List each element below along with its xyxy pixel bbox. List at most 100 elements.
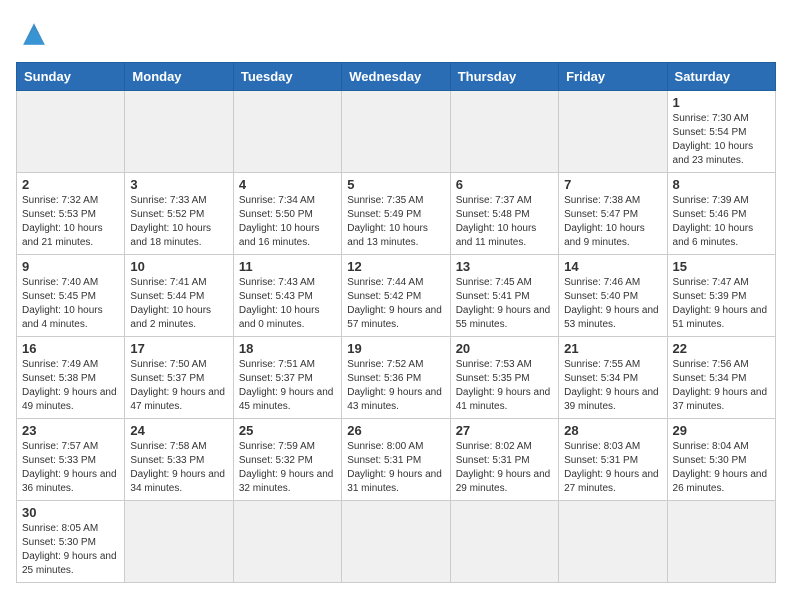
weekday-header-wednesday: Wednesday: [342, 63, 450, 91]
calendar-cell: 8 Sunrise: 7:39 AM Sunset: 5:46 PM Daylig…: [667, 173, 775, 255]
calendar-cell: [342, 91, 450, 173]
day-info: Sunrise: 7:59 AM Sunset: 5:32 PM Dayligh…: [239, 440, 336, 496]
calendar-cell: 28 Sunrise: 8:03 AM Sunset: 5:31 PM Dayli…: [559, 419, 667, 501]
day-number: 11: [239, 259, 336, 274]
day-info: Sunrise: 7:39 AM Sunset: 5:46 PM Dayligh…: [673, 194, 770, 250]
weekday-header-tuesday: Tuesday: [233, 63, 341, 91]
calendar-cell: 9Sunrise: 7:40 AM Sunset: 5:45 PM Daylig…: [17, 255, 125, 337]
day-number: 17: [130, 341, 227, 356]
day-info: Sunrise: 7:40 AM Sunset: 5:45 PM Dayligh…: [22, 276, 119, 332]
calendar-cell: 19Sunrise: 7:52 AM Sunset: 5:36 PM Dayli…: [342, 337, 450, 419]
day-number: 6: [456, 177, 553, 192]
day-number: 23: [22, 423, 119, 438]
calendar-cell: 22 Sunrise: 7:56 AM Sunset: 5:34 PM Dayli…: [667, 337, 775, 419]
day-number: 1: [673, 95, 770, 110]
calendar-cell: 20 Sunrise: 7:53 AM Sunset: 5:35 PM Dayli…: [450, 337, 558, 419]
calendar-cell: 12 Sunrise: 7:44 AM Sunset: 5:42 PM Dayli…: [342, 255, 450, 337]
calendar-cell: 29Sunrise: 8:04 AM Sunset: 5:30 PM Dayli…: [667, 419, 775, 501]
day-info: Sunrise: 7:58 AM Sunset: 5:33 PM Dayligh…: [130, 440, 227, 496]
calendar-cell: [559, 91, 667, 173]
day-info: Sunrise: 7:38 AM Sunset: 5:47 PM Dayligh…: [564, 194, 661, 250]
day-number: 13: [456, 259, 553, 274]
day-info: Sunrise: 7:56 AM Sunset: 5:34 PM Dayligh…: [673, 358, 770, 414]
calendar-cell: 21 Sunrise: 7:55 AM Sunset: 5:34 PM Dayli…: [559, 337, 667, 419]
day-info: Sunrise: 7:53 AM Sunset: 5:35 PM Dayligh…: [456, 358, 553, 414]
day-info: Sunrise: 8:00 AM Sunset: 5:31 PM Dayligh…: [347, 440, 444, 496]
calendar-cell: 15 Sunrise: 7:47 AM Sunset: 5:39 PM Dayli…: [667, 255, 775, 337]
day-info: Sunrise: 8:04 AM Sunset: 5:30 PM Dayligh…: [673, 440, 770, 496]
calendar-cell: [233, 501, 341, 583]
calendar-week-0: 1Sunrise: 7:30 AM Sunset: 5:54 PM Daylig…: [17, 91, 776, 173]
weekday-header-sunday: Sunday: [17, 63, 125, 91]
calendar-cell: 27 Sunrise: 8:02 AM Sunset: 5:31 PM Dayli…: [450, 419, 558, 501]
day-number: 15: [673, 259, 770, 274]
calendar-cell: 25 Sunrise: 7:59 AM Sunset: 5:32 PM Dayli…: [233, 419, 341, 501]
day-info: Sunrise: 7:43 AM Sunset: 5:43 PM Dayligh…: [239, 276, 336, 332]
calendar-cell: 10 Sunrise: 7:41 AM Sunset: 5:44 PM Dayli…: [125, 255, 233, 337]
day-info: Sunrise: 7:35 AM Sunset: 5:49 PM Dayligh…: [347, 194, 444, 250]
logo-icon: [16, 16, 52, 52]
calendar-body: 1Sunrise: 7:30 AM Sunset: 5:54 PM Daylig…: [17, 91, 776, 583]
calendar-cell: 16Sunrise: 7:49 AM Sunset: 5:38 PM Dayli…: [17, 337, 125, 419]
day-info: Sunrise: 7:33 AM Sunset: 5:52 PM Dayligh…: [130, 194, 227, 250]
calendar-cell: 30 Sunrise: 8:05 AM Sunset: 5:30 PM Dayli…: [17, 501, 125, 583]
calendar-cell: [233, 91, 341, 173]
calendar-cell: 4 Sunrise: 7:34 AM Sunset: 5:50 PM Daylig…: [233, 173, 341, 255]
day-info: Sunrise: 7:34 AM Sunset: 5:50 PM Dayligh…: [239, 194, 336, 250]
day-number: 25: [239, 423, 336, 438]
day-info: Sunrise: 8:05 AM Sunset: 5:30 PM Dayligh…: [22, 522, 119, 578]
day-number: 7: [564, 177, 661, 192]
weekday-header-monday: Monday: [125, 63, 233, 91]
day-info: Sunrise: 7:32 AM Sunset: 5:53 PM Dayligh…: [22, 194, 119, 250]
weekday-row: SundayMondayTuesdayWednesdayThursdayFrid…: [17, 63, 776, 91]
calendar-cell: [667, 501, 775, 583]
day-number: 3: [130, 177, 227, 192]
weekday-header-thursday: Thursday: [450, 63, 558, 91]
calendar-cell: [450, 91, 558, 173]
calendar-week-5: 30 Sunrise: 8:05 AM Sunset: 5:30 PM Dayli…: [17, 501, 776, 583]
calendar-cell: 14Sunrise: 7:46 AM Sunset: 5:40 PM Dayli…: [559, 255, 667, 337]
day-number: 22: [673, 341, 770, 356]
calendar-cell: 18 Sunrise: 7:51 AM Sunset: 5:37 PM Dayli…: [233, 337, 341, 419]
day-number: 30: [22, 505, 119, 520]
day-number: 27: [456, 423, 553, 438]
day-info: Sunrise: 7:49 AM Sunset: 5:38 PM Dayligh…: [22, 358, 119, 414]
calendar-week-2: 9Sunrise: 7:40 AM Sunset: 5:45 PM Daylig…: [17, 255, 776, 337]
calendar-cell: 2 Sunrise: 7:32 AM Sunset: 5:53 PM Daylig…: [17, 173, 125, 255]
calendar-cell: [125, 501, 233, 583]
calendar-week-1: 2 Sunrise: 7:32 AM Sunset: 5:53 PM Daylig…: [17, 173, 776, 255]
calendar-cell: [125, 91, 233, 173]
calendar-week-4: 23 Sunrise: 7:57 AM Sunset: 5:33 PM Dayli…: [17, 419, 776, 501]
day-number: 20: [456, 341, 553, 356]
day-info: Sunrise: 7:57 AM Sunset: 5:33 PM Dayligh…: [22, 440, 119, 496]
day-info: Sunrise: 7:55 AM Sunset: 5:34 PM Dayligh…: [564, 358, 661, 414]
day-info: Sunrise: 7:44 AM Sunset: 5:42 PM Dayligh…: [347, 276, 444, 332]
day-info: Sunrise: 7:50 AM Sunset: 5:37 PM Dayligh…: [130, 358, 227, 414]
day-info: Sunrise: 8:02 AM Sunset: 5:31 PM Dayligh…: [456, 440, 553, 496]
page-header: [16, 16, 776, 52]
calendar-cell: 13 Sunrise: 7:45 AM Sunset: 5:41 PM Dayli…: [450, 255, 558, 337]
day-info: Sunrise: 7:51 AM Sunset: 5:37 PM Dayligh…: [239, 358, 336, 414]
day-number: 24: [130, 423, 227, 438]
day-number: 5: [347, 177, 444, 192]
day-number: 26: [347, 423, 444, 438]
day-info: Sunrise: 7:45 AM Sunset: 5:41 PM Dayligh…: [456, 276, 553, 332]
day-number: 18: [239, 341, 336, 356]
day-number: 12: [347, 259, 444, 274]
day-number: 28: [564, 423, 661, 438]
day-info: Sunrise: 7:37 AM Sunset: 5:48 PM Dayligh…: [456, 194, 553, 250]
calendar-cell: [559, 501, 667, 583]
logo: [16, 16, 58, 52]
day-number: 4: [239, 177, 336, 192]
day-number: 10: [130, 259, 227, 274]
calendar-cell: 7 Sunrise: 7:38 AM Sunset: 5:47 PM Daylig…: [559, 173, 667, 255]
day-info: Sunrise: 8:03 AM Sunset: 5:31 PM Dayligh…: [564, 440, 661, 496]
day-number: 2: [22, 177, 119, 192]
calendar-header: SundayMondayTuesdayWednesdayThursdayFrid…: [17, 63, 776, 91]
day-info: Sunrise: 7:47 AM Sunset: 5:39 PM Dayligh…: [673, 276, 770, 332]
day-info: Sunrise: 7:41 AM Sunset: 5:44 PM Dayligh…: [130, 276, 227, 332]
calendar-cell: 26 Sunrise: 8:00 AM Sunset: 5:31 PM Dayli…: [342, 419, 450, 501]
day-number: 8: [673, 177, 770, 192]
day-info: Sunrise: 7:52 AM Sunset: 5:36 PM Dayligh…: [347, 358, 444, 414]
day-number: 21: [564, 341, 661, 356]
